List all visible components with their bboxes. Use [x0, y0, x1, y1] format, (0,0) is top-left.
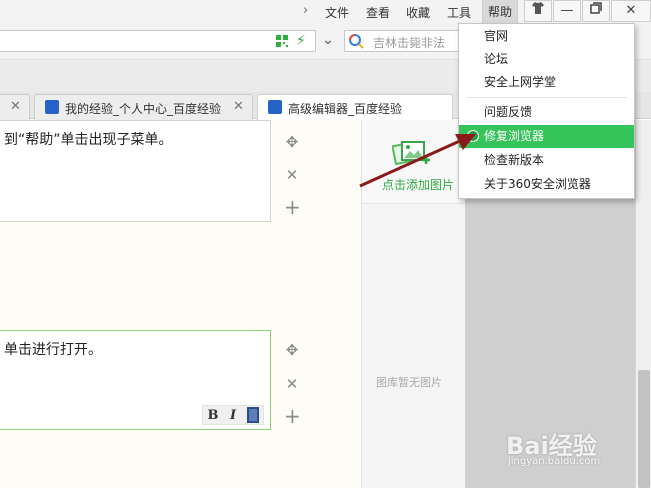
title-menu-bar: › 文件 查看 收藏 工具 帮助 — ✕: [0, 0, 651, 24]
move-icon[interactable]: ✥: [284, 342, 300, 358]
move-icon[interactable]: ✥: [284, 134, 300, 150]
menu-separator: [467, 97, 627, 98]
baidu-paw-icon: [268, 100, 282, 114]
scrollbar-thumb[interactable]: [638, 370, 650, 488]
baidu-paw-icon: [45, 100, 59, 114]
repair-icon: [467, 130, 479, 142]
delete-icon[interactable]: ✕: [284, 167, 300, 183]
delete-icon[interactable]: ✕: [284, 376, 300, 392]
step-text[interactable]: 单击进行打开。: [4, 339, 102, 359]
tab-advanced-editor[interactable]: 高级编辑器_百度经验: [257, 94, 453, 121]
tab-close-icon[interactable]: ✕: [10, 99, 21, 114]
minimize-icon[interactable]: —: [553, 0, 581, 22]
restore-icon[interactable]: [582, 0, 610, 22]
search-placeholder: 吉林击毙非法: [373, 36, 446, 50]
image-library-panel: 点击添加图片 图库暂无图片: [361, 120, 466, 488]
menu-item-check-update[interactable]: 检查新版本: [459, 149, 634, 172]
shirt-icon[interactable]: [524, 0, 552, 22]
menu-view[interactable]: 查看: [366, 4, 390, 21]
step-editor-1[interactable]: 到“帮助”单击出现子菜单。: [0, 120, 271, 222]
add-image-label: 点击添加图片: [382, 178, 455, 192]
add-icon[interactable]: +: [284, 197, 301, 217]
tab-close-icon[interactable]: ✕: [233, 99, 244, 114]
chevron-down-icon[interactable]: ⌄: [318, 30, 338, 52]
menu-item-forum[interactable]: 论坛: [459, 48, 634, 71]
menu-item-official-site[interactable]: 官网: [459, 25, 634, 48]
menu-help[interactable]: 帮助: [482, 0, 519, 24]
menu-item-safety-school[interactable]: 安全上网学堂: [459, 71, 634, 94]
step-text[interactable]: 到“帮助”单击出现子菜单。: [4, 129, 173, 149]
format-toolbar: B I: [202, 405, 264, 425]
help-dropdown-menu: 官网 论坛 安全上网学堂 问题反馈 修复浏览器 检查新版本 关于360安全浏览器: [458, 23, 635, 199]
menu-expand-icon[interactable]: ›: [303, 3, 308, 18]
lightning-icon[interactable]: ⚡: [296, 33, 306, 49]
menu-favorites[interactable]: 收藏: [406, 4, 430, 21]
close-icon[interactable]: ✕: [611, 0, 651, 22]
qr-code-icon[interactable]: [276, 35, 288, 47]
empty-library-label: 图库暂无图片: [376, 376, 442, 389]
menu-item-feedback[interactable]: 问题反馈: [459, 101, 634, 124]
add-icon[interactable]: +: [284, 406, 301, 426]
search-icon[interactable]: [348, 33, 364, 49]
step-editor-2[interactable]: 单击进行打开。 B I: [0, 330, 271, 430]
video-icon[interactable]: [247, 407, 259, 423]
tab-my-experience[interactable]: 我的经验_个人中心_百度经验 ✕: [34, 94, 253, 120]
tab-label: 高级编辑器_百度经验: [288, 102, 403, 116]
vertical-scrollbar[interactable]: [635, 120, 651, 488]
bold-button[interactable]: B: [203, 408, 223, 423]
menu-item-about[interactable]: 关于360安全浏览器: [459, 173, 634, 196]
tab-label: 我的经验_个人中心_百度经验: [65, 102, 222, 116]
add-image-icon: [392, 140, 430, 166]
url-input[interactable]: ⚡: [0, 30, 316, 52]
menu-item-repair-browser[interactable]: 修复浏览器: [459, 125, 634, 148]
italic-button[interactable]: I: [223, 408, 243, 423]
menu-tools[interactable]: 工具: [447, 4, 471, 21]
watermark-url: jingyan.baidu.com: [508, 456, 601, 467]
add-image-button[interactable]: 点击添加图片: [362, 120, 466, 204]
menu-file[interactable]: 文件: [325, 4, 349, 21]
tab-previous[interactable]: ✕: [0, 94, 30, 120]
search-input[interactable]: 吉林击毙非法: [344, 30, 474, 52]
menu-item-label: 修复浏览器: [484, 129, 545, 143]
